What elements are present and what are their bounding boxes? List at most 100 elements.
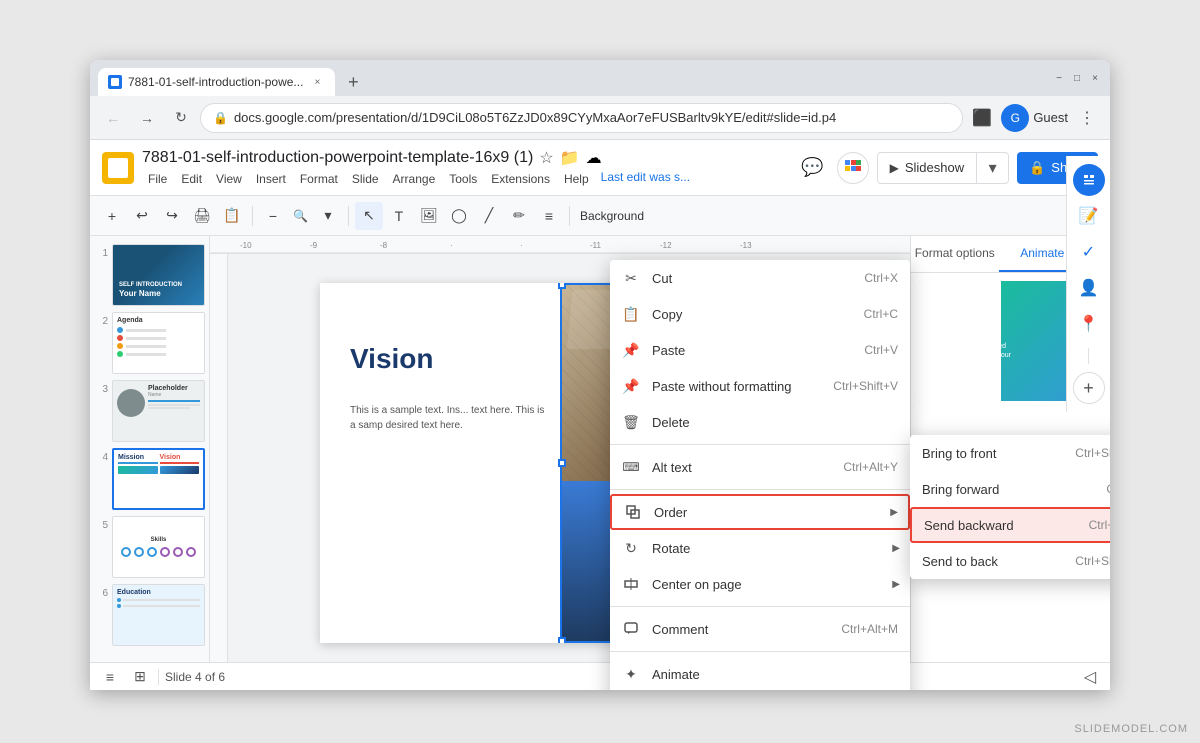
ctx-comment[interactable]: Comment Ctrl+Alt+M xyxy=(610,611,910,647)
minimize-button[interactable]: − xyxy=(1052,71,1066,85)
star-icon[interactable]: ☆ xyxy=(539,148,553,168)
close-window-button[interactable]: × xyxy=(1088,71,1102,85)
ctx-order[interactable]: Order xyxy=(610,494,910,530)
user-area[interactable]: G Guest xyxy=(1001,104,1068,132)
menu-extensions[interactable]: Extensions xyxy=(485,170,556,188)
cloud-icon[interactable]: ☁ xyxy=(586,148,602,168)
grid-view-btn[interactable]: ⊞ xyxy=(128,665,152,689)
format-options-tab[interactable]: Format options xyxy=(911,236,999,272)
slide-preview-6[interactable]: Education xyxy=(112,584,205,646)
add-toolbar-btn[interactable]: + xyxy=(98,202,126,230)
address-bar[interactable]: 🔒 docs.google.com/presentation/d/1D9CiL0… xyxy=(200,103,963,133)
menu-insert[interactable]: Insert xyxy=(250,170,292,188)
new-tab-button[interactable]: + xyxy=(339,68,367,96)
list-view-btn[interactable]: ≡ xyxy=(98,665,122,689)
menu-view[interactable]: View xyxy=(210,170,248,188)
slides-header: 7881-01-self-introduction-powerpoint-tem… xyxy=(90,140,1110,196)
submenu-bring-front[interactable]: Bring to front Ctrl+Shift+↑ xyxy=(910,435,1110,471)
maximize-button[interactable]: □ xyxy=(1070,71,1084,85)
slide-preview-4[interactable]: Mission Vision xyxy=(112,448,205,510)
slide-num-2: 2 xyxy=(94,316,108,327)
ctx-sep-3 xyxy=(610,606,910,607)
tasks-icon[interactable]: ✓ xyxy=(1073,236,1105,268)
zoom-out-btn[interactable]: − xyxy=(259,202,287,230)
ctx-rotate[interactable]: ↻ Rotate xyxy=(610,530,910,566)
menu-arrange[interactable]: Arrange xyxy=(387,170,442,188)
tab-close-btn[interactable]: × xyxy=(309,74,325,90)
print-btn[interactable]: 🖨 xyxy=(188,202,216,230)
ctx-paste-no-format[interactable]: 📌 Paste without formatting Ctrl+Shift+V xyxy=(610,368,910,404)
redo-btn[interactable]: ↪ xyxy=(158,202,186,230)
slides-toolbar: + ↩ ↪ 🖨 📋 − 🔍 ▾ ↖ T 🖼 ◯ ╱ ✏ ≡ Background xyxy=(90,196,1110,236)
browser-menu-icon[interactable]: ⋮ xyxy=(1072,103,1102,133)
user-label: Guest xyxy=(1033,110,1068,125)
text-tool[interactable]: T xyxy=(385,202,413,230)
menu-slide[interactable]: Slide xyxy=(346,170,385,188)
drive-icon[interactable]: 📁 xyxy=(560,148,580,168)
back-button[interactable]: ← xyxy=(98,103,128,133)
comment-button[interactable]: 💬 xyxy=(797,152,829,184)
draw-tool[interactable]: ✏ xyxy=(505,202,533,230)
sheets-icon[interactable] xyxy=(1073,164,1105,196)
slide-position-label: Slide 4 of 6 xyxy=(165,670,225,684)
undo-btn[interactable]: ↩ xyxy=(128,202,156,230)
submenu-send-back-shortcut: Ctrl+Shift+↓ xyxy=(1075,554,1110,568)
slide-thumb-4[interactable]: 4 Mission Vision xyxy=(94,448,205,510)
ctx-sep-4 xyxy=(610,651,910,652)
submenu-bring-forward[interactable]: Bring forward Ctrl+↑ xyxy=(910,471,1110,507)
zoom-level[interactable]: 🔍 xyxy=(289,209,312,223)
slide-preview-5[interactable]: Skills xyxy=(112,516,205,578)
ctx-paste[interactable]: 📌 Paste Ctrl+V xyxy=(610,332,910,368)
submenu-send-back[interactable]: Send to back Ctrl+Shift+↓ xyxy=(910,543,1110,579)
slide-preview-3[interactable]: Placeholder Name xyxy=(112,380,205,442)
slide-panel[interactable]: 1 SELF INTRODUCTION Your Name 2 xyxy=(90,236,210,690)
menu-tools[interactable]: Tools xyxy=(443,170,483,188)
ctx-cut[interactable]: ✂ Cut Ctrl+X xyxy=(610,260,910,296)
refresh-button[interactable]: ↻ xyxy=(166,103,196,133)
line-tool[interactable]: ╱ xyxy=(475,202,503,230)
slideshow-button[interactable]: ▶ Slideshow xyxy=(877,152,978,184)
slides-app: 7881-01-self-introduction-powerpoint-tem… xyxy=(90,140,1110,690)
svg-text:-10: -10 xyxy=(240,241,252,250)
slides-bottom-bar: ≡ ⊞ Slide 4 of 6 ◁ xyxy=(90,662,1110,690)
ctx-center[interactable]: Center on page xyxy=(610,566,910,602)
contacts-icon[interactable]: 👤 xyxy=(1073,272,1105,304)
layout-tool[interactable]: ≡ xyxy=(535,202,563,230)
submenu-bring-front-shortcut: Ctrl+Shift+↑ xyxy=(1075,446,1110,460)
slide-preview-1[interactable]: SELF INTRODUCTION Your Name xyxy=(112,244,205,306)
submenu-send-backward[interactable]: Send backward Ctrl+↓ ↖ xyxy=(910,507,1110,543)
paint-format-btn[interactable]: 📋 xyxy=(218,202,246,230)
cursor-tool[interactable]: ↖ xyxy=(355,202,383,230)
slide-thumb-1[interactable]: 1 SELF INTRODUCTION Your Name xyxy=(94,244,205,306)
notes-icon[interactable]: 📝 xyxy=(1073,200,1105,232)
ctx-alt-text[interactable]: ⌨ Alt text Ctrl+Alt+Y xyxy=(610,449,910,485)
slide-preview-2[interactable]: Agenda xyxy=(112,312,205,374)
shape-tool[interactable]: ◯ xyxy=(445,202,473,230)
maps-icon[interactable]: 📍 xyxy=(1073,308,1105,340)
slide-thumb-3[interactable]: 3 Placeholder Name xyxy=(94,380,205,442)
slide-num-1: 1 xyxy=(94,248,108,259)
slide-thumb-5[interactable]: 5 Skills xyxy=(94,516,205,578)
ctx-copy-shortcut: Ctrl+C xyxy=(864,307,898,321)
menu-file[interactable]: File xyxy=(142,170,173,188)
slide-thumb-6[interactable]: 6 Education xyxy=(94,584,205,646)
image-tool[interactable]: 🖼 xyxy=(415,202,443,230)
menu-format[interactable]: Format xyxy=(294,170,344,188)
ctx-copy[interactable]: 📋 Copy Ctrl+C xyxy=(610,296,910,332)
slideshow-dropdown-button[interactable]: ▾ xyxy=(977,152,1009,184)
submenu-bring-forward-label: Bring forward xyxy=(922,482,1106,497)
apps-button[interactable] xyxy=(837,152,869,184)
menu-edit[interactable]: Edit xyxy=(175,170,208,188)
forward-button[interactable]: → xyxy=(132,103,162,133)
active-tab[interactable]: 7881-01-self-introduction-powe... × xyxy=(98,68,335,96)
ctx-animate[interactable]: ✦ Animate xyxy=(610,656,910,690)
menu-help[interactable]: Help xyxy=(558,170,595,188)
bottom-sep xyxy=(158,669,159,685)
ctx-center-label: Center on page xyxy=(652,577,898,592)
slide-thumb-2[interactable]: 2 Agenda xyxy=(94,312,205,374)
zoom-dropdown[interactable]: ▾ xyxy=(314,202,342,230)
ctx-delete[interactable]: 🗑 Delete xyxy=(610,404,910,440)
cast-icon[interactable]: ⬛ xyxy=(967,103,997,133)
add-addon-btn[interactable]: + xyxy=(1073,372,1105,404)
expand-panel-btn[interactable]: ◁ xyxy=(1078,665,1102,689)
